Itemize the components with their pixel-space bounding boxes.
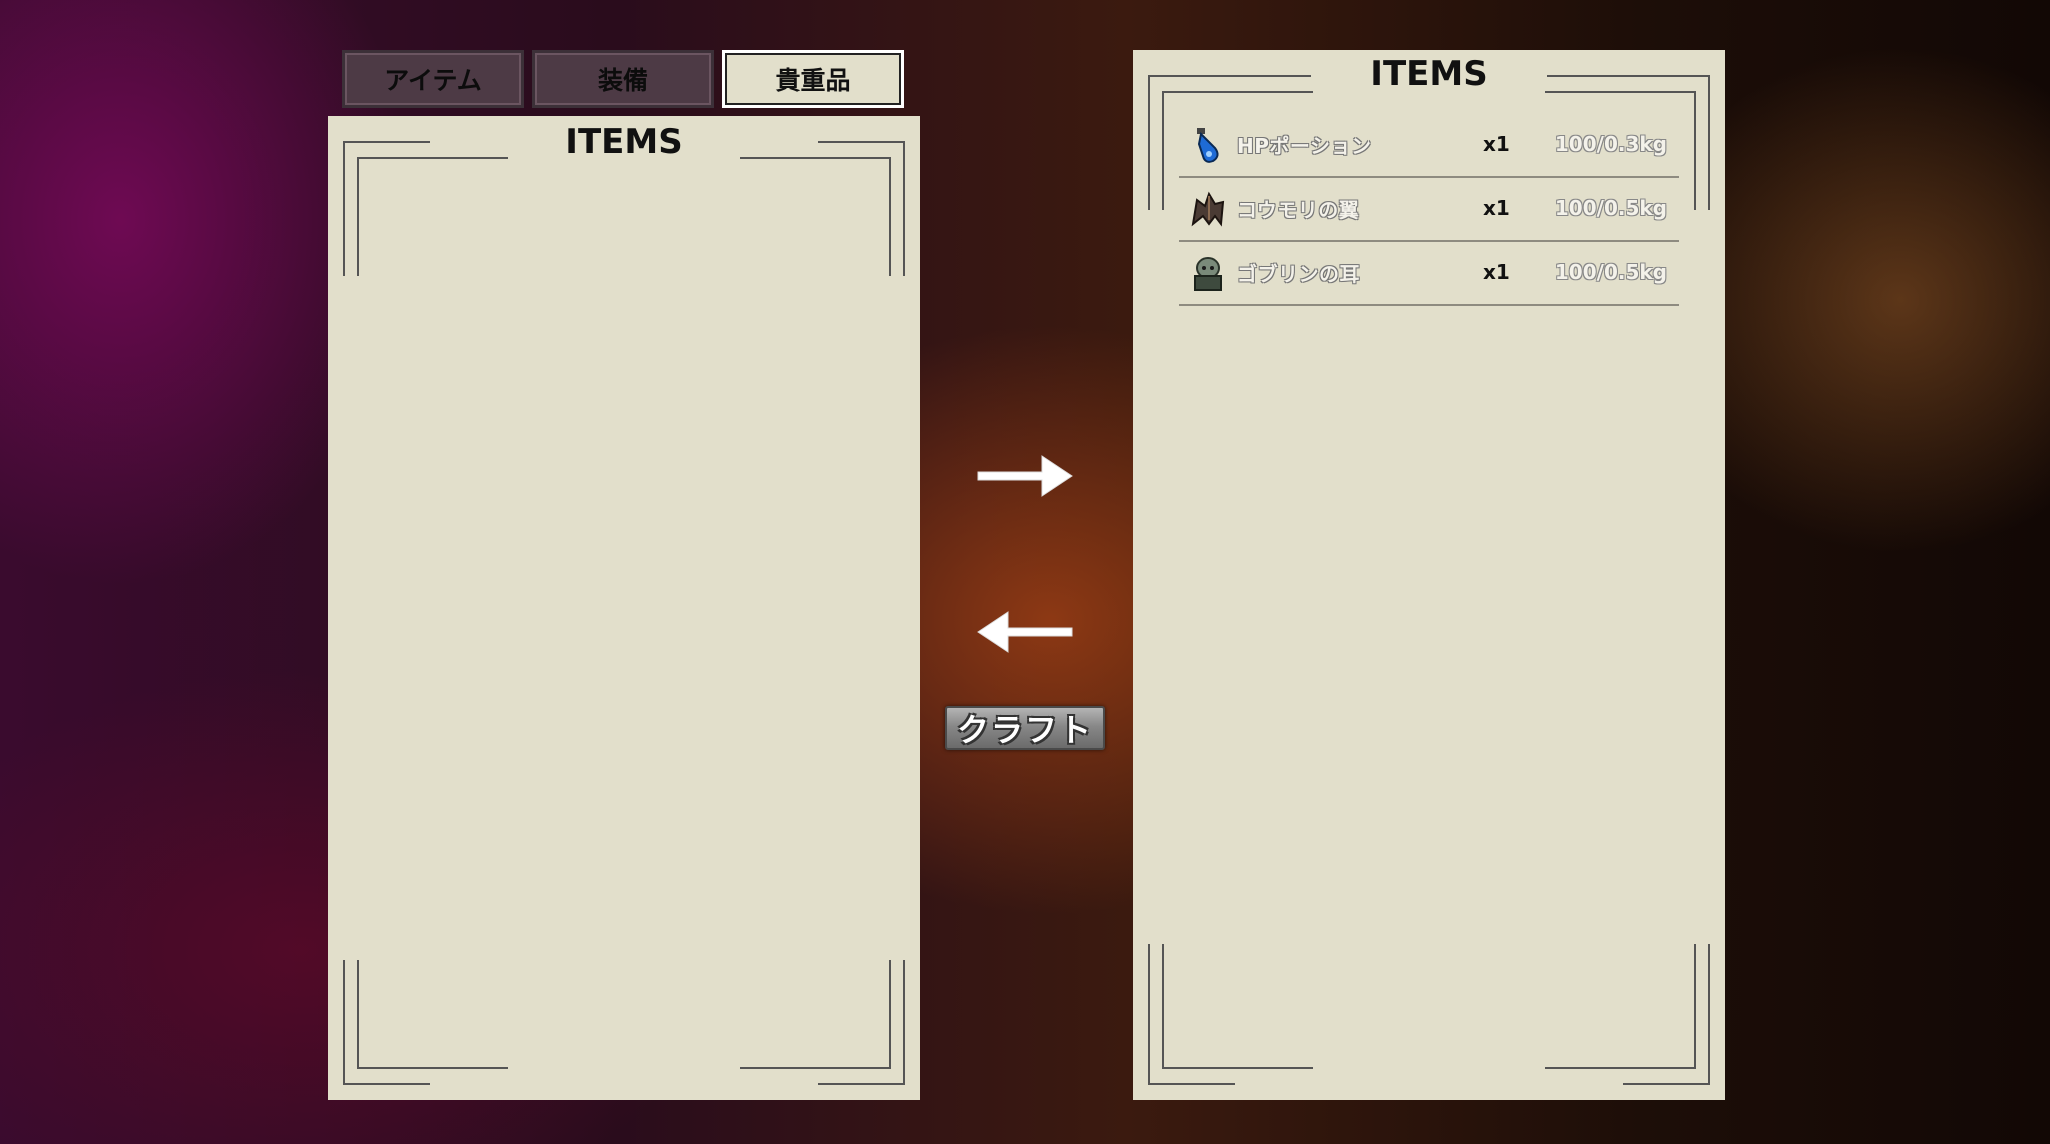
panel-frame-decoration	[343, 141, 905, 1085]
tab-equipment[interactable]: 装備	[532, 50, 714, 108]
left-panel-title: ITEMS	[565, 122, 683, 162]
item-weight: 100/0.5kg	[1554, 196, 1667, 220]
list-item[interactable]: コウモリの翼 x1 100/0.5kg	[1179, 178, 1679, 242]
item-weight: 100/0.5kg	[1554, 260, 1667, 284]
item-quantity: x1	[1483, 260, 1510, 284]
right-inventory-panel: ITEMS HPポーション x1 100/0.3kg コウモリの翼 x1 100…	[1133, 50, 1725, 1100]
right-panel-title: ITEMS	[1370, 54, 1488, 94]
item-quantity: x1	[1483, 132, 1510, 156]
item-quantity: x1	[1483, 196, 1510, 220]
item-name: HPポーション	[1237, 134, 1372, 158]
list-item[interactable]: ゴブリンの耳 x1 100/0.5kg	[1179, 242, 1679, 306]
potion-icon	[1197, 128, 1219, 163]
left-inventory-panel: ITEMS	[328, 116, 920, 1100]
tab-items[interactable]: アイテム	[342, 50, 524, 108]
item-weight: 100/0.3kg	[1554, 132, 1667, 156]
tab-valuables[interactable]: 貴重品	[722, 50, 904, 108]
arrow-right-icon[interactable]	[972, 448, 1076, 504]
craft-button[interactable]: クラフト	[945, 706, 1105, 750]
item-name: ゴブリンの耳	[1237, 262, 1360, 286]
goblin-ear-icon	[1194, 257, 1222, 291]
bat-wing-icon	[1191, 191, 1225, 227]
list-item[interactable]: HPポーション x1 100/0.3kg	[1179, 114, 1679, 178]
arrow-left-icon[interactable]	[974, 604, 1078, 660]
item-name: コウモリの翼	[1237, 198, 1360, 222]
